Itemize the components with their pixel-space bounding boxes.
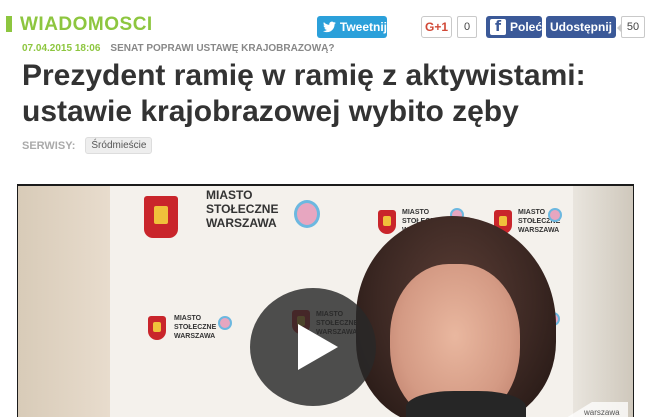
facebook-share-label: Udostępnij [550, 20, 612, 34]
article-header-bar: WIADOMOSCI Tweetnij G+1 0 f Poleć Udostę… [0, 10, 663, 44]
banner-line-3: WARSZAWA [174, 333, 216, 340]
banner-text: MIASTO STOŁECZNE WARSZAWA [174, 314, 216, 341]
watermark-logo-icon: warszawa [567, 402, 628, 417]
tweet-button[interactable]: Tweetnij [317, 16, 387, 38]
services-label: SERWISY: [22, 139, 76, 152]
watermark-text: warszawa [583, 408, 620, 417]
speaker-body [406, 391, 526, 417]
warsaw-crest-icon [378, 210, 396, 234]
city-logo-icon [548, 208, 562, 222]
play-icon [298, 324, 338, 370]
gplus-label: G+1 [424, 20, 448, 34]
channel-watermark: warszawa [562, 396, 630, 417]
banner-line-1: MIASTO [206, 188, 253, 202]
article-date: 07.04.2015 18:06 [22, 43, 101, 54]
play-button[interactable] [250, 288, 376, 406]
twitter-bird-icon [323, 21, 336, 33]
banner-line-2: STOŁECZNE [206, 202, 279, 216]
banner-line-3: WARSZAWA [518, 227, 560, 234]
facebook-icon: f [490, 19, 506, 35]
tweet-label: Tweetnij [339, 20, 387, 34]
video-background-door [573, 186, 633, 417]
warsaw-crest-icon [144, 196, 178, 238]
service-chip-srodmiescie[interactable]: Śródmieście [85, 137, 153, 154]
facebook-like-label: Poleć [509, 20, 542, 34]
related-story-link[interactable]: SENAT POPRAWI USTAWĘ KRAJOBRAZOWĄ? [110, 43, 334, 54]
video-background-wall [18, 186, 110, 417]
warsaw-crest-icon [148, 316, 166, 340]
city-logo-icon [218, 316, 232, 330]
banner-line-1: MIASTO [174, 315, 202, 322]
banner-text: MIASTO STOŁECZNE WARSZAWA [206, 188, 278, 230]
section-title[interactable]: WIADOMOSCI [20, 14, 153, 36]
section-marker [6, 16, 12, 32]
facebook-like-button[interactable]: f Poleć [486, 16, 542, 38]
gplus-button[interactable]: G+1 [421, 16, 452, 38]
services-row: SERWISY: Śródmieście [22, 137, 153, 154]
banner-line-3: WARSZAWA [206, 216, 277, 230]
article-meta: 07.04.2015 18:06 SENAT POPRAWI USTAWĘ KR… [22, 43, 334, 54]
banner-line-1: MIASTO [402, 209, 430, 216]
city-logo-icon [294, 200, 320, 228]
facebook-share-count: 50 [617, 16, 645, 38]
article-headline: Prezydent ramię w ramię z aktywistami: u… [22, 59, 586, 128]
gplus-count: 0 [457, 16, 477, 38]
banner-line-2: STOŁECZNE [174, 324, 217, 331]
facebook-share-button[interactable]: Udostępnij [546, 16, 616, 38]
